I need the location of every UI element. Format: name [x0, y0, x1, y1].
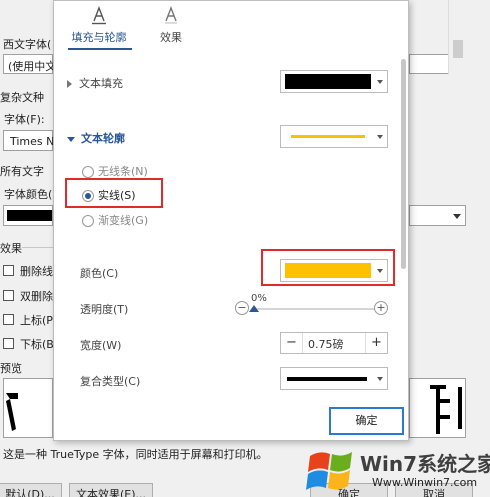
- truetype-note: 这是一种 TrueType 字体，同时适用于屏幕和打印机。: [3, 448, 268, 461]
- preview-glyph-left: [6, 393, 18, 431]
- highlight-box-solid-line: [65, 178, 163, 208]
- subscript-label: 下标(B: [20, 338, 54, 351]
- text-effects-button[interactable]: 文本效果(E)...: [69, 483, 153, 497]
- subscript-checkbox[interactable]: [3, 338, 14, 349]
- transparency-decrease-button[interactable]: −: [235, 301, 249, 315]
- width-increase-button[interactable]: +: [365, 333, 387, 353]
- outline-line-preview: [291, 135, 365, 138]
- gradient-line-label: 渐变线(G): [98, 214, 149, 227]
- text-outline-style-picker[interactable]: [280, 125, 388, 148]
- collapse-arrow-icon: [67, 136, 75, 142]
- gradient-line-option[interactable]: 渐变线(G): [82, 212, 148, 230]
- preview-box: [3, 378, 53, 438]
- width-value[interactable]: 0.75磅: [308, 336, 344, 352]
- watermark-title: Win7系统之家: [360, 452, 490, 476]
- panel-scrollbar[interactable]: [400, 59, 407, 439]
- transparency-value: 0%: [251, 293, 267, 304]
- superscript-label: 上标(P: [20, 314, 53, 327]
- width-spinner[interactable]: − 0.75磅 +: [280, 332, 388, 354]
- western-font-select[interactable]: (使用中文: [3, 54, 56, 74]
- font-color-select[interactable]: [3, 205, 53, 226]
- compound-type-label: 复合类型(C): [80, 375, 141, 388]
- effects-section: 效果: [0, 242, 22, 255]
- double-strikethrough-label: 双删除: [20, 290, 53, 303]
- text-effects-panel: 填充与轮廓 效果 文本填充 文本轮廓 无线条(N) 实线(S) 渐变线(G) 颜…: [53, 0, 409, 441]
- chevron-down-icon: [453, 213, 461, 219]
- text-fill-outline-icon: [92, 6, 106, 25]
- watermark-url: Www.Winwin7.com: [372, 476, 478, 489]
- tab-effects-label: 效果: [160, 31, 182, 44]
- expand-arrow-icon: [67, 80, 72, 88]
- preview-section: 预览: [0, 362, 22, 375]
- text-outline-toggle[interactable]: 文本轮廓: [67, 130, 125, 146]
- double-strikethrough-checkbox[interactable]: [3, 290, 14, 301]
- western-font-label: 西文字体(: [3, 38, 52, 51]
- color-label: 颜色(C): [80, 267, 119, 280]
- strikethrough-checkbox[interactable]: [3, 265, 14, 276]
- chevron-down-icon: [377, 135, 383, 139]
- transparency-slider[interactable]: [252, 308, 375, 310]
- width-decrease-button[interactable]: −: [281, 333, 303, 353]
- superscript-checkbox[interactable]: [3, 314, 14, 325]
- text-outline-label: 文本轮廓: [81, 132, 125, 145]
- preview-glyph-right: [430, 385, 462, 434]
- text-effects-icon: [165, 6, 177, 24]
- watermark: Win7系统之家 Www.Winwin7.com: [300, 444, 490, 497]
- all-text-section: 所有文字: [0, 165, 44, 178]
- tab-effects[interactable]: 效果: [136, 1, 206, 47]
- text-fill-swatch: [285, 74, 371, 89]
- tab-fill-outline[interactable]: 填充与轮廓: [64, 1, 134, 47]
- chevron-down-icon: [377, 377, 383, 381]
- text-fill-label: 文本填充: [79, 77, 123, 90]
- text-fill-toggle[interactable]: 文本填充: [67, 75, 123, 91]
- windows-logo-icon: [306, 452, 352, 490]
- panel-scrollbar-thumb[interactable]: [401, 59, 406, 269]
- chevron-down-icon: [377, 80, 383, 84]
- preview-box-right: [409, 378, 466, 438]
- default-button[interactable]: 默认(D)...: [0, 483, 62, 497]
- size-list-scrollbar[interactable]: [448, 0, 466, 75]
- complex-font-label: 字体(F):: [4, 113, 45, 126]
- transparency-label: 透明度(T): [80, 303, 129, 316]
- font-color-label: 字体颜色(: [4, 188, 53, 201]
- underline-color-select[interactable]: [409, 205, 466, 226]
- complex-font-select[interactable]: Times N: [3, 130, 54, 151]
- tab-fill-outline-label: 填充与轮廓: [71, 31, 127, 44]
- transparency-increase-button[interactable]: +: [374, 301, 388, 315]
- width-label: 宽度(W): [80, 339, 122, 352]
- highlight-box-color: [261, 249, 395, 286]
- no-line-radio[interactable]: [82, 166, 94, 178]
- compound-line-preview: [287, 377, 367, 381]
- no-line-label: 无线条(N): [98, 165, 148, 178]
- strikethrough-label: 删除线: [20, 265, 53, 278]
- text-fill-color-picker[interactable]: [280, 70, 388, 93]
- gradient-line-radio[interactable]: [82, 215, 94, 227]
- complex-script-section: 复杂文种: [0, 91, 44, 104]
- panel-ok-button[interactable]: 确定: [329, 407, 404, 435]
- compound-type-picker[interactable]: [280, 367, 388, 390]
- transparency-slider-thumb[interactable]: [249, 305, 259, 312]
- active-tab-indicator: [68, 48, 132, 50]
